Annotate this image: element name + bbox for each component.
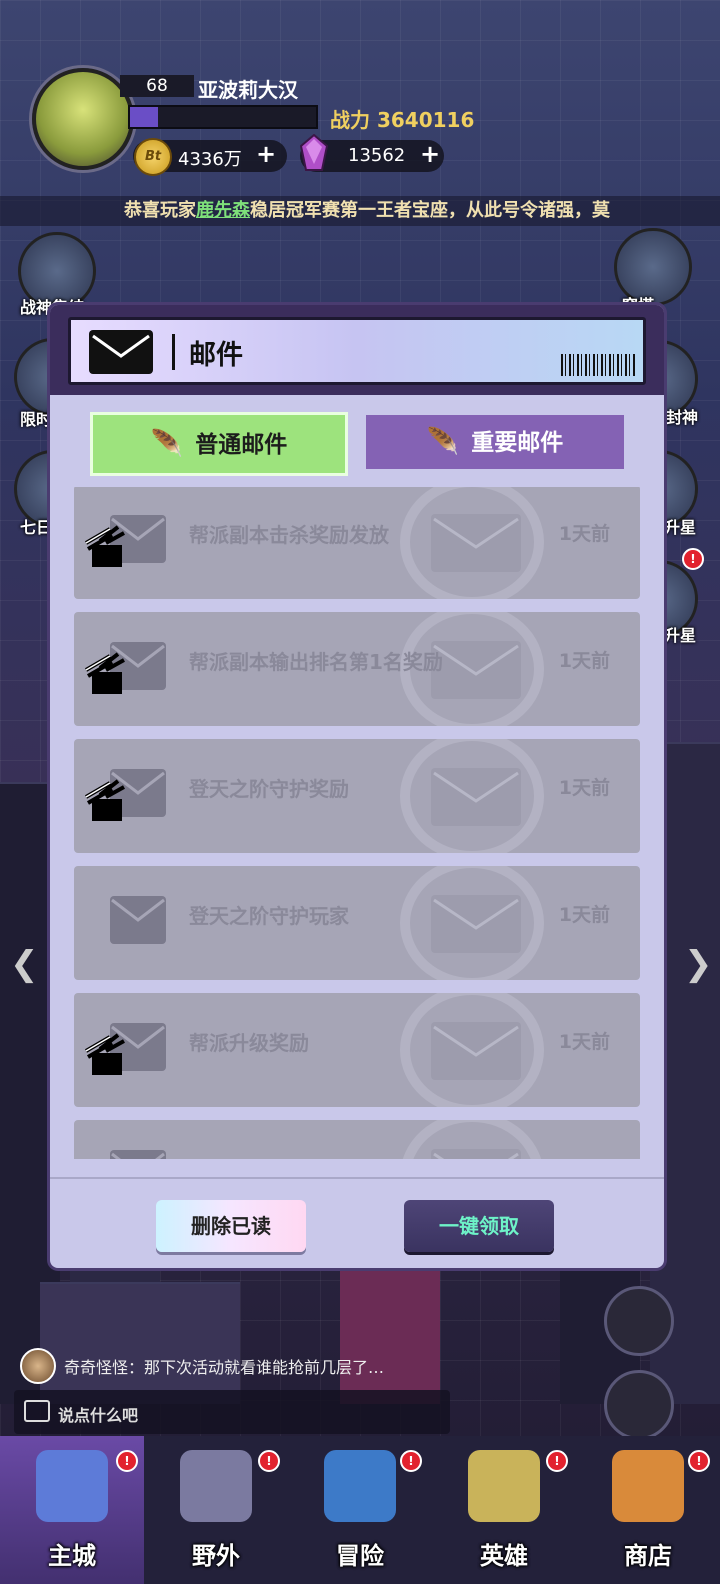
barcode-decoration — [561, 354, 637, 376]
power-label: 战力 — [330, 108, 370, 132]
mail-dialog-title: 邮件 — [189, 340, 243, 371]
nav-badge: ! — [258, 1450, 280, 1472]
mail-watermark-envelope-icon — [431, 1022, 521, 1080]
mail-row[interactable] — [74, 1120, 640, 1159]
nav-shop[interactable]: 商店 ! — [576, 1436, 720, 1584]
gem-icon — [300, 134, 328, 171]
marquee-prefix: 恭喜玩家 — [124, 200, 196, 221]
add-gem-button[interactable]: + — [420, 140, 440, 168]
nav-label-shop: 商店 — [624, 1542, 672, 1570]
mail-row[interactable]: 登天之阶守护奖励 1天前 — [74, 739, 640, 853]
scroll-right-icon[interactable]: ❯ — [684, 944, 713, 984]
mail-subject: 帮派副本输出排名第1名奖励 — [189, 650, 443, 674]
nav-label-wild: 野外 — [192, 1542, 240, 1570]
backpack-button[interactable] — [604, 1286, 674, 1356]
nav-badge: ! — [116, 1450, 138, 1472]
wild-icon — [180, 1450, 252, 1522]
nav-label-adventure: 冒险 — [336, 1542, 384, 1570]
nav-badge: ! — [546, 1450, 568, 1472]
nav-badge: ! — [400, 1450, 422, 1472]
mail-subject: 登天之阶守护奖励 — [189, 777, 349, 801]
nav-hero[interactable]: 英雄 ! — [432, 1436, 576, 1584]
envelope-icon — [89, 330, 153, 374]
collect-all-button[interactable]: 一键领取 — [404, 1200, 554, 1252]
nav-adventure[interactable]: 冒险 ! — [288, 1436, 432, 1584]
marquee-player-link[interactable]: 鹿先森 — [196, 200, 250, 221]
envelope-icon — [110, 896, 166, 944]
gift-attachment-icon — [84, 652, 125, 694]
mail-dialog-header: 邮件 — [50, 305, 664, 395]
announcement-marquee: 恭喜玩家鹿先森稳居冠军赛第一王者宝座，从此号令诸强，莫 — [0, 196, 720, 226]
add-coin-button[interactable]: + — [256, 140, 276, 168]
chat-placeholder: 说点什么吧 — [58, 1406, 139, 1425]
mail-watermark-envelope-icon — [431, 641, 521, 699]
mail-watermark-envelope-icon — [431, 768, 521, 826]
player-avatar[interactable] — [32, 68, 134, 170]
footer-divider — [50, 1177, 664, 1179]
hero-icon — [468, 1450, 540, 1522]
mail-title-bar: 邮件 — [68, 317, 646, 385]
nav-label-main-city: 主城 — [48, 1542, 96, 1570]
gift-attachment-icon — [80, 1154, 130, 1159]
quill-icon: 🪶 — [426, 427, 460, 457]
scroll-left-icon[interactable]: ❮ — [10, 944, 39, 984]
coin-amount: 4336万 — [178, 149, 242, 170]
nav-label-hero: 英雄 — [480, 1542, 528, 1570]
mail-subject: 帮派升级奖励 — [189, 1031, 309, 1055]
gift-attachment-icon — [84, 779, 125, 821]
chat-avatar[interactable] — [20, 1348, 56, 1384]
coin-icon: Bt — [134, 138, 172, 176]
side-label-seven-day: 七日 — [20, 518, 53, 537]
power-value: 3640116 — [376, 108, 475, 132]
mail-row[interactable]: 登天之阶守护玩家 1天前 — [74, 866, 640, 980]
tab-normal-label: 普通邮件 — [195, 432, 288, 458]
task-button[interactable] — [604, 1370, 674, 1440]
notification-badge: ! — [682, 548, 704, 570]
gift-attachment-icon — [84, 525, 125, 567]
player-name: 亚波莉大汉 — [198, 78, 298, 102]
mail-row[interactable]: 帮派升级奖励 1天前 — [74, 993, 640, 1107]
side-label-star-2: 升星 — [664, 626, 697, 645]
side-label-deity: 封神 — [666, 408, 699, 427]
xp-bar-fill — [130, 107, 158, 127]
mail-subject: 登天之阶守护玩家 — [189, 904, 349, 928]
gem-amount: 13562 — [348, 145, 406, 166]
mail-time: 1天前 — [558, 523, 610, 545]
chat-input[interactable]: 说点什么吧 — [14, 1390, 450, 1434]
tab-normal-mail[interactable]: 🪶 普通邮件 — [90, 412, 348, 476]
mail-time: 1天前 — [558, 1031, 610, 1053]
delete-read-button[interactable]: 删除已读 — [156, 1200, 306, 1252]
feather-icon: 🪶 — [150, 429, 184, 459]
nav-wild[interactable]: 野外 ! — [144, 1436, 288, 1584]
bottom-nav: 主城 ! 野外 ! 冒险 ! 英雄 ! 商店 ! — [0, 1436, 720, 1584]
mail-row[interactable]: 帮派副本击杀奖励发放 1天前 — [74, 487, 640, 599]
side-label-limited: 限时 — [20, 410, 53, 429]
mail-watermark-envelope-icon — [431, 895, 521, 953]
mail-subject: 帮派副本击杀奖励发放 — [189, 523, 389, 547]
xp-bar — [128, 105, 318, 129]
nav-badge: ! — [688, 1450, 710, 1472]
mail-time: 1天前 — [558, 904, 610, 926]
shop-icon — [612, 1450, 684, 1522]
mail-dialog: 邮件 🪶 普通邮件 🪶 重要邮件 帮派副本击杀奖励发放 1天前 帮派副本输出排名第1名奖… — [50, 305, 664, 1268]
mail-watermark-envelope-icon — [431, 1149, 521, 1159]
tab-important-mail[interactable]: 🪶 重要邮件 — [366, 415, 624, 469]
combat-power: 战力 3640116 — [330, 104, 474, 133]
side-label-star: 升星 — [664, 518, 697, 537]
mail-time: 1天前 — [558, 650, 610, 672]
player-level: 68 — [120, 75, 194, 97]
marquee-suffix: 稳居冠军赛第一王者宝座，从此号令诸强，莫 — [250, 200, 610, 221]
main-city-icon — [36, 1450, 108, 1522]
chat-bubble-icon — [24, 1400, 50, 1422]
chat-last-message[interactable]: 奇奇怪怪：那下次活动就看谁能抢前几层了… — [64, 1354, 384, 1378]
mail-row[interactable]: 帮派副本输出排名第1名奖励 1天前 — [74, 612, 640, 726]
adventure-icon — [324, 1450, 396, 1522]
nav-main-city[interactable]: 主城 ! — [0, 1436, 144, 1584]
gift-attachment-icon — [84, 1033, 125, 1075]
mail-time: 1天前 — [558, 777, 610, 799]
title-divider — [172, 334, 175, 370]
tab-important-label: 重要邮件 — [471, 430, 564, 456]
mail-watermark-envelope-icon — [431, 514, 521, 572]
mail-list[interactable]: 帮派副本击杀奖励发放 1天前 帮派副本输出排名第1名奖励 1天前 登天之阶守护奖励 1天前… — [74, 487, 640, 1159]
